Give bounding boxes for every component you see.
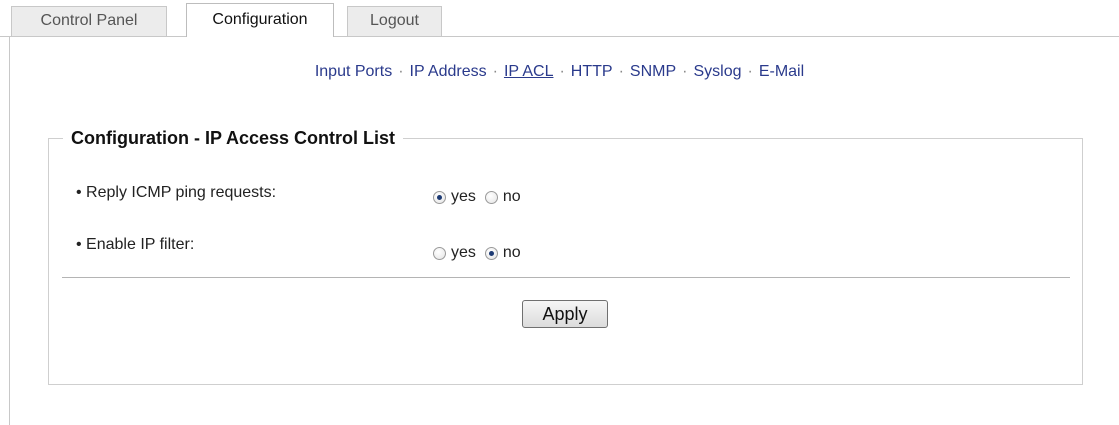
ip-filter-no-option[interactable]: no	[484, 244, 521, 262]
ip-filter-radio-group: yes no	[433, 244, 530, 262]
section-title: Configuration - IP Access Control List	[63, 127, 404, 149]
subnav-separator: ·	[398, 63, 404, 80]
section-divider	[62, 277, 1070, 278]
subnav-separator: ·	[492, 63, 498, 80]
icmp-ping-no-radio[interactable]	[484, 190, 498, 204]
tab-label: Control Panel	[40, 12, 138, 29]
icmp-ping-label: • Reply ICMP ping requests:	[76, 184, 277, 201]
icmp-ping-radio-group: yes no	[433, 188, 530, 206]
tab-label: Logout	[370, 12, 419, 29]
config-subnav: Input Ports · IP Address · IP ACL · HTTP · SNMP ·…	[0, 63, 1119, 81]
subnav-snmp[interactable]: SNMP	[630, 63, 676, 80]
subnav-input-ports[interactable]: Input Ports	[315, 63, 392, 80]
ip-filter-no-radio[interactable]	[484, 246, 498, 260]
subnav-syslog[interactable]: Syslog	[693, 63, 741, 80]
icmp-ping-no-option[interactable]: no	[484, 188, 521, 206]
tab-logout[interactable]: Logout	[347, 6, 442, 36]
tab-divider	[0, 36, 1119, 37]
subnav-separator: ·	[747, 63, 753, 80]
content-border	[9, 36, 10, 425]
ip-filter-label: • Enable IP filter:	[76, 236, 195, 253]
tab-configuration[interactable]: Configuration	[186, 3, 334, 37]
apply-button[interactable]: Apply	[522, 300, 608, 328]
ip-acl-fieldset: Configuration - IP Access Control List •…	[48, 127, 1083, 385]
subnav-separator: ·	[618, 63, 624, 80]
tab-label: Configuration	[212, 11, 308, 28]
ip-filter-yes-option[interactable]: yes	[433, 244, 476, 262]
tab-control-panel[interactable]: Control Panel	[11, 6, 167, 36]
subnav-ip-address[interactable]: IP Address	[410, 63, 487, 80]
option-label: no	[502, 188, 521, 205]
subnav-separator: ·	[559, 63, 565, 80]
option-label: yes	[451, 188, 476, 205]
option-label: no	[502, 244, 521, 261]
subnav-email[interactable]: E-Mail	[759, 63, 804, 80]
subnav-separator: ·	[682, 63, 688, 80]
icmp-ping-yes-option[interactable]: yes	[433, 188, 476, 206]
icmp-ping-yes-radio[interactable]	[433, 190, 446, 204]
option-label: yes	[451, 244, 476, 261]
subnav-http[interactable]: HTTP	[571, 63, 613, 80]
ip-filter-yes-radio[interactable]	[433, 246, 446, 260]
tab-bar: Control Panel Configuration Logout	[0, 0, 1119, 37]
subnav-ip-acl[interactable]: IP ACL	[504, 63, 554, 80]
